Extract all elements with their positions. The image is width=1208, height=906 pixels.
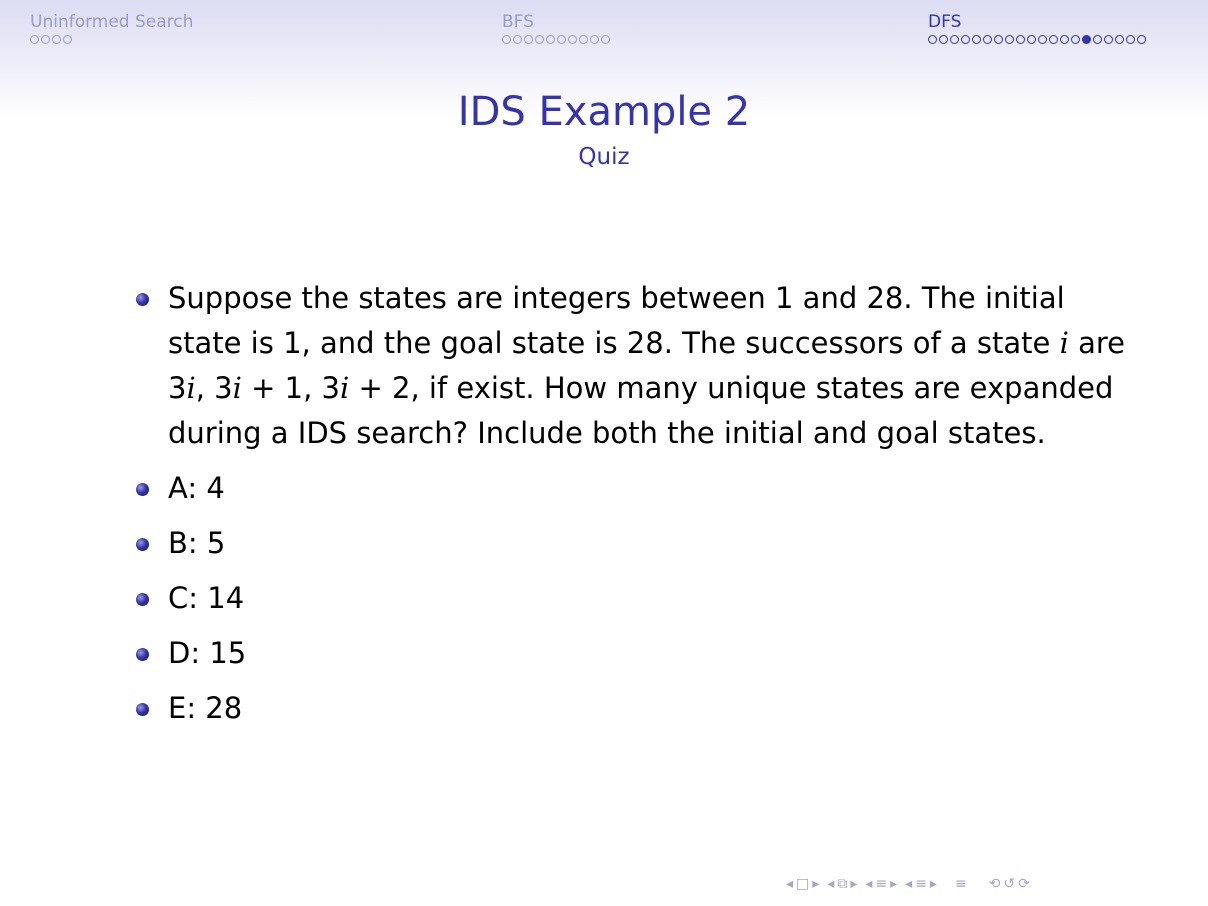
nav-dot[interactable] [983,35,992,44]
nav-section-title[interactable]: Uninformed Search [30,12,193,32]
document-nav[interactable]: ◂ ≡ ▸ [905,876,937,892]
nav-dots[interactable] [502,35,610,44]
nav-dot[interactable] [972,35,981,44]
frame-nav[interactable]: ◂ □ ▸ [786,876,819,892]
nav-dot[interactable] [1137,35,1146,44]
nav-section-bfs[interactable]: BFS [502,12,610,44]
back-icon[interactable]: ⟲ [989,876,1001,892]
nav-dot[interactable] [1104,35,1113,44]
bullet-ball-icon [136,538,149,551]
nav-dot[interactable] [1115,35,1124,44]
question-text: Suppose the states are integers between … [168,281,1125,450]
prev-doc-arrow-icon[interactable]: ◂ [905,876,912,892]
nav-dot[interactable] [1093,35,1102,44]
bullet-ball-icon [136,593,149,606]
nav-dot[interactable] [1005,35,1014,44]
nav-dot[interactable] [546,35,555,44]
bullet-ball-icon [136,483,149,496]
nav-section-dfs[interactable]: DFS [928,12,1146,44]
nav-dot[interactable] [568,35,577,44]
option-text: C: 14 [168,581,245,615]
option-b: B: 5 [130,521,1130,566]
next-section-arrow-icon[interactable]: ▸ [890,876,897,892]
prev-section-arrow-icon[interactable]: ◂ [865,876,872,892]
option-text: A: 4 [168,471,225,505]
option-a: A: 4 [130,466,1130,511]
beamer-navigation-controls: ◂ □ ▸ ◂ ⧉ ▸ ◂ ≡ ▸ ◂ ≡ ▸ ≡ ⟲ ↺ ⟳ [786,876,1030,892]
next-doc-arrow-icon[interactable]: ▸ [930,876,937,892]
nav-dot[interactable] [950,35,959,44]
frame-icon[interactable]: □ [796,876,809,892]
slide-subtitle: Quiz [578,144,630,170]
forward-icon[interactable]: ⟳ [1018,876,1030,892]
nav-dot[interactable] [601,35,610,44]
nav-dot[interactable] [1060,35,1069,44]
section-icon[interactable]: ≡ [875,876,887,892]
question-item: Suppose the states are integers between … [130,276,1130,456]
title-block: IDS Example 2 Quiz [0,88,1208,172]
option-c: C: 14 [130,576,1130,621]
nav-dot[interactable] [1071,35,1080,44]
prev-frame-arrow-icon[interactable]: ◂ [786,876,793,892]
nav-dot[interactable] [928,35,937,44]
bullet-ball-icon [136,703,149,716]
subsection-icon[interactable]: ⧉ [837,876,847,892]
nav-section-title[interactable]: DFS [928,12,1146,32]
align-icon[interactable]: ≡ [955,876,967,892]
nav-dots[interactable] [928,35,1146,44]
bullet-list: Suppose the states are integers between … [130,276,1130,731]
option-text: D: 15 [168,636,247,670]
nav-dot[interactable] [1038,35,1047,44]
nav-dot[interactable] [41,35,50,44]
section-nav[interactable]: ◂ ≡ ▸ [865,876,897,892]
option-e: E: 28 [130,686,1130,731]
nav-dot[interactable] [535,35,544,44]
slide-title: IDS Example 2 [457,89,751,135]
nav-dot[interactable] [1049,35,1058,44]
next-frame-arrow-icon[interactable]: ▸ [812,876,819,892]
subsection-nav[interactable]: ◂ ⧉ ▸ [827,876,857,892]
nav-dot[interactable] [590,35,599,44]
option-text: B: 5 [168,526,226,560]
next-subsection-arrow-icon[interactable]: ▸ [850,876,857,892]
nav-dot[interactable] [30,35,39,44]
nav-dot[interactable] [52,35,61,44]
document-icon[interactable]: ≡ [915,876,927,892]
nav-dot-current[interactable] [1082,35,1091,44]
nav-dot[interactable] [1027,35,1036,44]
option-d: D: 15 [130,631,1130,676]
nav-section-title[interactable]: BFS [502,12,610,32]
nav-dot[interactable] [502,35,511,44]
nav-dot[interactable] [513,35,522,44]
nav-dot[interactable] [557,35,566,44]
prev-subsection-arrow-icon[interactable]: ◂ [827,876,834,892]
bullet-ball-icon [136,293,149,306]
option-text: E: 28 [168,691,243,725]
nav-dot[interactable] [1016,35,1025,44]
nav-section-uninformed-search[interactable]: Uninformed Search [30,12,193,44]
nav-dot[interactable] [579,35,588,44]
nav-dot[interactable] [939,35,948,44]
nav-dot[interactable] [994,35,1003,44]
nav-dot[interactable] [63,35,72,44]
nav-dot[interactable] [961,35,970,44]
nav-dot[interactable] [1126,35,1135,44]
nav-dots[interactable] [30,35,193,44]
search-icon[interactable]: ↺ [1003,876,1015,892]
nav-dot[interactable] [524,35,533,44]
search-back-forward[interactable]: ⟲ ↺ ⟳ [989,876,1030,892]
bullet-ball-icon [136,648,149,661]
